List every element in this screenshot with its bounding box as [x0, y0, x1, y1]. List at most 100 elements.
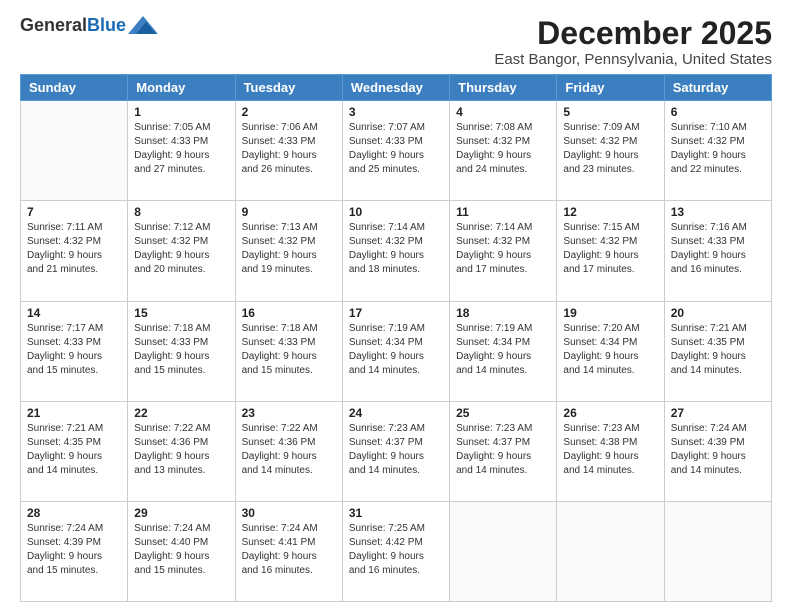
day-number: 22: [134, 406, 228, 420]
day-info: Sunrise: 7:10 AMSunset: 4:32 PMDaylight:…: [671, 121, 765, 177]
day-number: 16: [242, 306, 336, 320]
week-row-1: 7 Sunrise: 7:11 AMSunset: 4:32 PMDaylight…: [21, 201, 772, 301]
calendar-cell: 7 Sunrise: 7:11 AMSunset: 4:32 PMDaylight…: [21, 201, 128, 301]
calendar-cell: 3 Sunrise: 7:07 AMSunset: 4:33 PMDaylight…: [342, 101, 449, 201]
day-info: Sunrise: 7:11 AMSunset: 4:32 PMDaylight:…: [27, 221, 121, 277]
calendar-cell: 9 Sunrise: 7:13 AMSunset: 4:32 PMDaylight…: [235, 201, 342, 301]
day-number: 30: [242, 506, 336, 520]
day-number: 13: [671, 205, 765, 219]
calendar-cell: 4 Sunrise: 7:08 AMSunset: 4:32 PMDaylight…: [450, 101, 557, 201]
calendar-cell: 30 Sunrise: 7:24 AMSunset: 4:41 PMDayligh…: [235, 501, 342, 601]
day-info: Sunrise: 7:25 AMSunset: 4:42 PMDaylight:…: [349, 522, 443, 578]
day-info: Sunrise: 7:08 AMSunset: 4:32 PMDaylight:…: [456, 121, 550, 177]
day-info: Sunrise: 7:20 AMSunset: 4:34 PMDaylight:…: [563, 322, 657, 378]
calendar-cell: 14 Sunrise: 7:17 AMSunset: 4:33 PMDayligh…: [21, 301, 128, 401]
calendar-cell: 28 Sunrise: 7:24 AMSunset: 4:39 PMDayligh…: [21, 501, 128, 601]
day-number: 5: [563, 105, 657, 119]
day-number: 1: [134, 105, 228, 119]
calendar-cell: 10 Sunrise: 7:14 AMSunset: 4:32 PMDayligh…: [342, 201, 449, 301]
calendar-header-wednesday: Wednesday: [342, 75, 449, 101]
page-subtitle: East Bangor, Pennsylvania, United States: [494, 51, 772, 68]
day-number: 3: [349, 105, 443, 119]
calendar-header-sunday: Sunday: [21, 75, 128, 101]
calendar-cell: 13Sunrise: 7:16 AMSunset: 4:33 PMDayligh…: [664, 201, 771, 301]
calendar-header-row: SundayMondayTuesdayWednesdayThursdayFrid…: [21, 75, 772, 101]
day-info: Sunrise: 7:15 AMSunset: 4:32 PMDaylight:…: [563, 221, 657, 277]
calendar: SundayMondayTuesdayWednesdayThursdayFrid…: [20, 74, 772, 602]
calendar-header-monday: Monday: [128, 75, 235, 101]
calendar-cell: 27 Sunrise: 7:24 AMSunset: 4:39 PMDayligh…: [664, 401, 771, 501]
week-row-0: 1Sunrise: 7:05 AMSunset: 4:33 PMDaylight…: [21, 101, 772, 201]
calendar-cell: 8Sunrise: 7:12 AMSunset: 4:32 PMDaylight…: [128, 201, 235, 301]
day-info: Sunrise: 7:17 AMSunset: 4:33 PMDaylight:…: [27, 322, 121, 378]
day-number: 24: [349, 406, 443, 420]
page: GeneralBlue December 2025 East Bangor, P…: [0, 0, 792, 612]
page-title: December 2025: [494, 16, 772, 51]
day-info: Sunrise: 7:09 AMSunset: 4:32 PMDaylight:…: [563, 121, 657, 177]
calendar-cell: 20Sunrise: 7:21 AMSunset: 4:35 PMDayligh…: [664, 301, 771, 401]
day-info: Sunrise: 7:18 AMSunset: 4:33 PMDaylight:…: [242, 322, 336, 378]
title-block: December 2025 East Bangor, Pennsylvania,…: [494, 16, 772, 68]
day-info: Sunrise: 7:24 AMSunset: 4:41 PMDaylight:…: [242, 522, 336, 578]
day-number: 15: [134, 306, 228, 320]
day-info: Sunrise: 7:18 AMSunset: 4:33 PMDaylight:…: [134, 322, 228, 378]
day-number: 26: [563, 406, 657, 420]
day-info: Sunrise: 7:23 AMSunset: 4:37 PMDaylight:…: [349, 422, 443, 478]
logo-blue: Blue: [87, 15, 126, 35]
day-number: 31: [349, 506, 443, 520]
day-number: 9: [242, 205, 336, 219]
day-info: Sunrise: 7:14 AMSunset: 4:32 PMDaylight:…: [349, 221, 443, 277]
calendar-cell: 2Sunrise: 7:06 AMSunset: 4:33 PMDaylight…: [235, 101, 342, 201]
day-number: 29: [134, 506, 228, 520]
day-number: 27: [671, 406, 765, 420]
day-info: Sunrise: 7:13 AMSunset: 4:32 PMDaylight:…: [242, 221, 336, 277]
day-info: Sunrise: 7:21 AMSunset: 4:35 PMDaylight:…: [27, 422, 121, 478]
calendar-cell: 15 Sunrise: 7:18 AMSunset: 4:33 PMDayligh…: [128, 301, 235, 401]
day-info: Sunrise: 7:24 AMSunset: 4:40 PMDaylight:…: [134, 522, 228, 578]
calendar-cell: 31 Sunrise: 7:25 AMSunset: 4:42 PMDayligh…: [342, 501, 449, 601]
day-number: 4: [456, 105, 550, 119]
calendar-cell: [450, 501, 557, 601]
day-info: Sunrise: 7:14 AMSunset: 4:32 PMDaylight:…: [456, 221, 550, 277]
day-number: 28: [27, 506, 121, 520]
day-number: 21: [27, 406, 121, 420]
day-info: Sunrise: 7:22 AMSunset: 4:36 PMDaylight:…: [242, 422, 336, 478]
calendar-cell: 1Sunrise: 7:05 AMSunset: 4:33 PMDaylight…: [128, 101, 235, 201]
week-row-2: 14 Sunrise: 7:17 AMSunset: 4:33 PMDayligh…: [21, 301, 772, 401]
calendar-cell: [664, 501, 771, 601]
header: GeneralBlue December 2025 East Bangor, P…: [20, 16, 772, 68]
day-number: 14: [27, 306, 121, 320]
day-info: Sunrise: 7:23 AMSunset: 4:37 PMDaylight:…: [456, 422, 550, 478]
calendar-header-thursday: Thursday: [450, 75, 557, 101]
calendar-cell: 18Sunrise: 7:19 AMSunset: 4:34 PMDayligh…: [450, 301, 557, 401]
calendar-cell: 17 Sunrise: 7:19 AMSunset: 4:34 PMDayligh…: [342, 301, 449, 401]
calendar-cell: 12Sunrise: 7:15 AMSunset: 4:32 PMDayligh…: [557, 201, 664, 301]
calendar-cell: 26 Sunrise: 7:23 AMSunset: 4:38 PMDayligh…: [557, 401, 664, 501]
logo-icon: [128, 16, 158, 34]
day-number: 7: [27, 205, 121, 219]
day-number: 10: [349, 205, 443, 219]
day-number: 6: [671, 105, 765, 119]
day-info: Sunrise: 7:22 AMSunset: 4:36 PMDaylight:…: [134, 422, 228, 478]
day-info: Sunrise: 7:24 AMSunset: 4:39 PMDaylight:…: [27, 522, 121, 578]
day-info: Sunrise: 7:19 AMSunset: 4:34 PMDaylight:…: [349, 322, 443, 378]
calendar-cell: 5 Sunrise: 7:09 AMSunset: 4:32 PMDaylight…: [557, 101, 664, 201]
day-info: Sunrise: 7:07 AMSunset: 4:33 PMDaylight:…: [349, 121, 443, 177]
week-row-3: 21 Sunrise: 7:21 AMSunset: 4:35 PMDayligh…: [21, 401, 772, 501]
calendar-cell: 11Sunrise: 7:14 AMSunset: 4:32 PMDayligh…: [450, 201, 557, 301]
calendar-cell: [21, 101, 128, 201]
day-info: Sunrise: 7:23 AMSunset: 4:38 PMDaylight:…: [563, 422, 657, 478]
calendar-header-saturday: Saturday: [664, 75, 771, 101]
calendar-cell: 22 Sunrise: 7:22 AMSunset: 4:36 PMDayligh…: [128, 401, 235, 501]
day-number: 20: [671, 306, 765, 320]
calendar-cell: 23Sunrise: 7:22 AMSunset: 4:36 PMDayligh…: [235, 401, 342, 501]
day-info: Sunrise: 7:12 AMSunset: 4:32 PMDaylight:…: [134, 221, 228, 277]
day-number: 19: [563, 306, 657, 320]
calendar-cell: 19 Sunrise: 7:20 AMSunset: 4:34 PMDayligh…: [557, 301, 664, 401]
calendar-cell: 16 Sunrise: 7:18 AMSunset: 4:33 PMDayligh…: [235, 301, 342, 401]
week-row-4: 28 Sunrise: 7:24 AMSunset: 4:39 PMDayligh…: [21, 501, 772, 601]
day-number: 2: [242, 105, 336, 119]
day-info: Sunrise: 7:24 AMSunset: 4:39 PMDaylight:…: [671, 422, 765, 478]
logo-general: General: [20, 15, 87, 35]
day-number: 17: [349, 306, 443, 320]
